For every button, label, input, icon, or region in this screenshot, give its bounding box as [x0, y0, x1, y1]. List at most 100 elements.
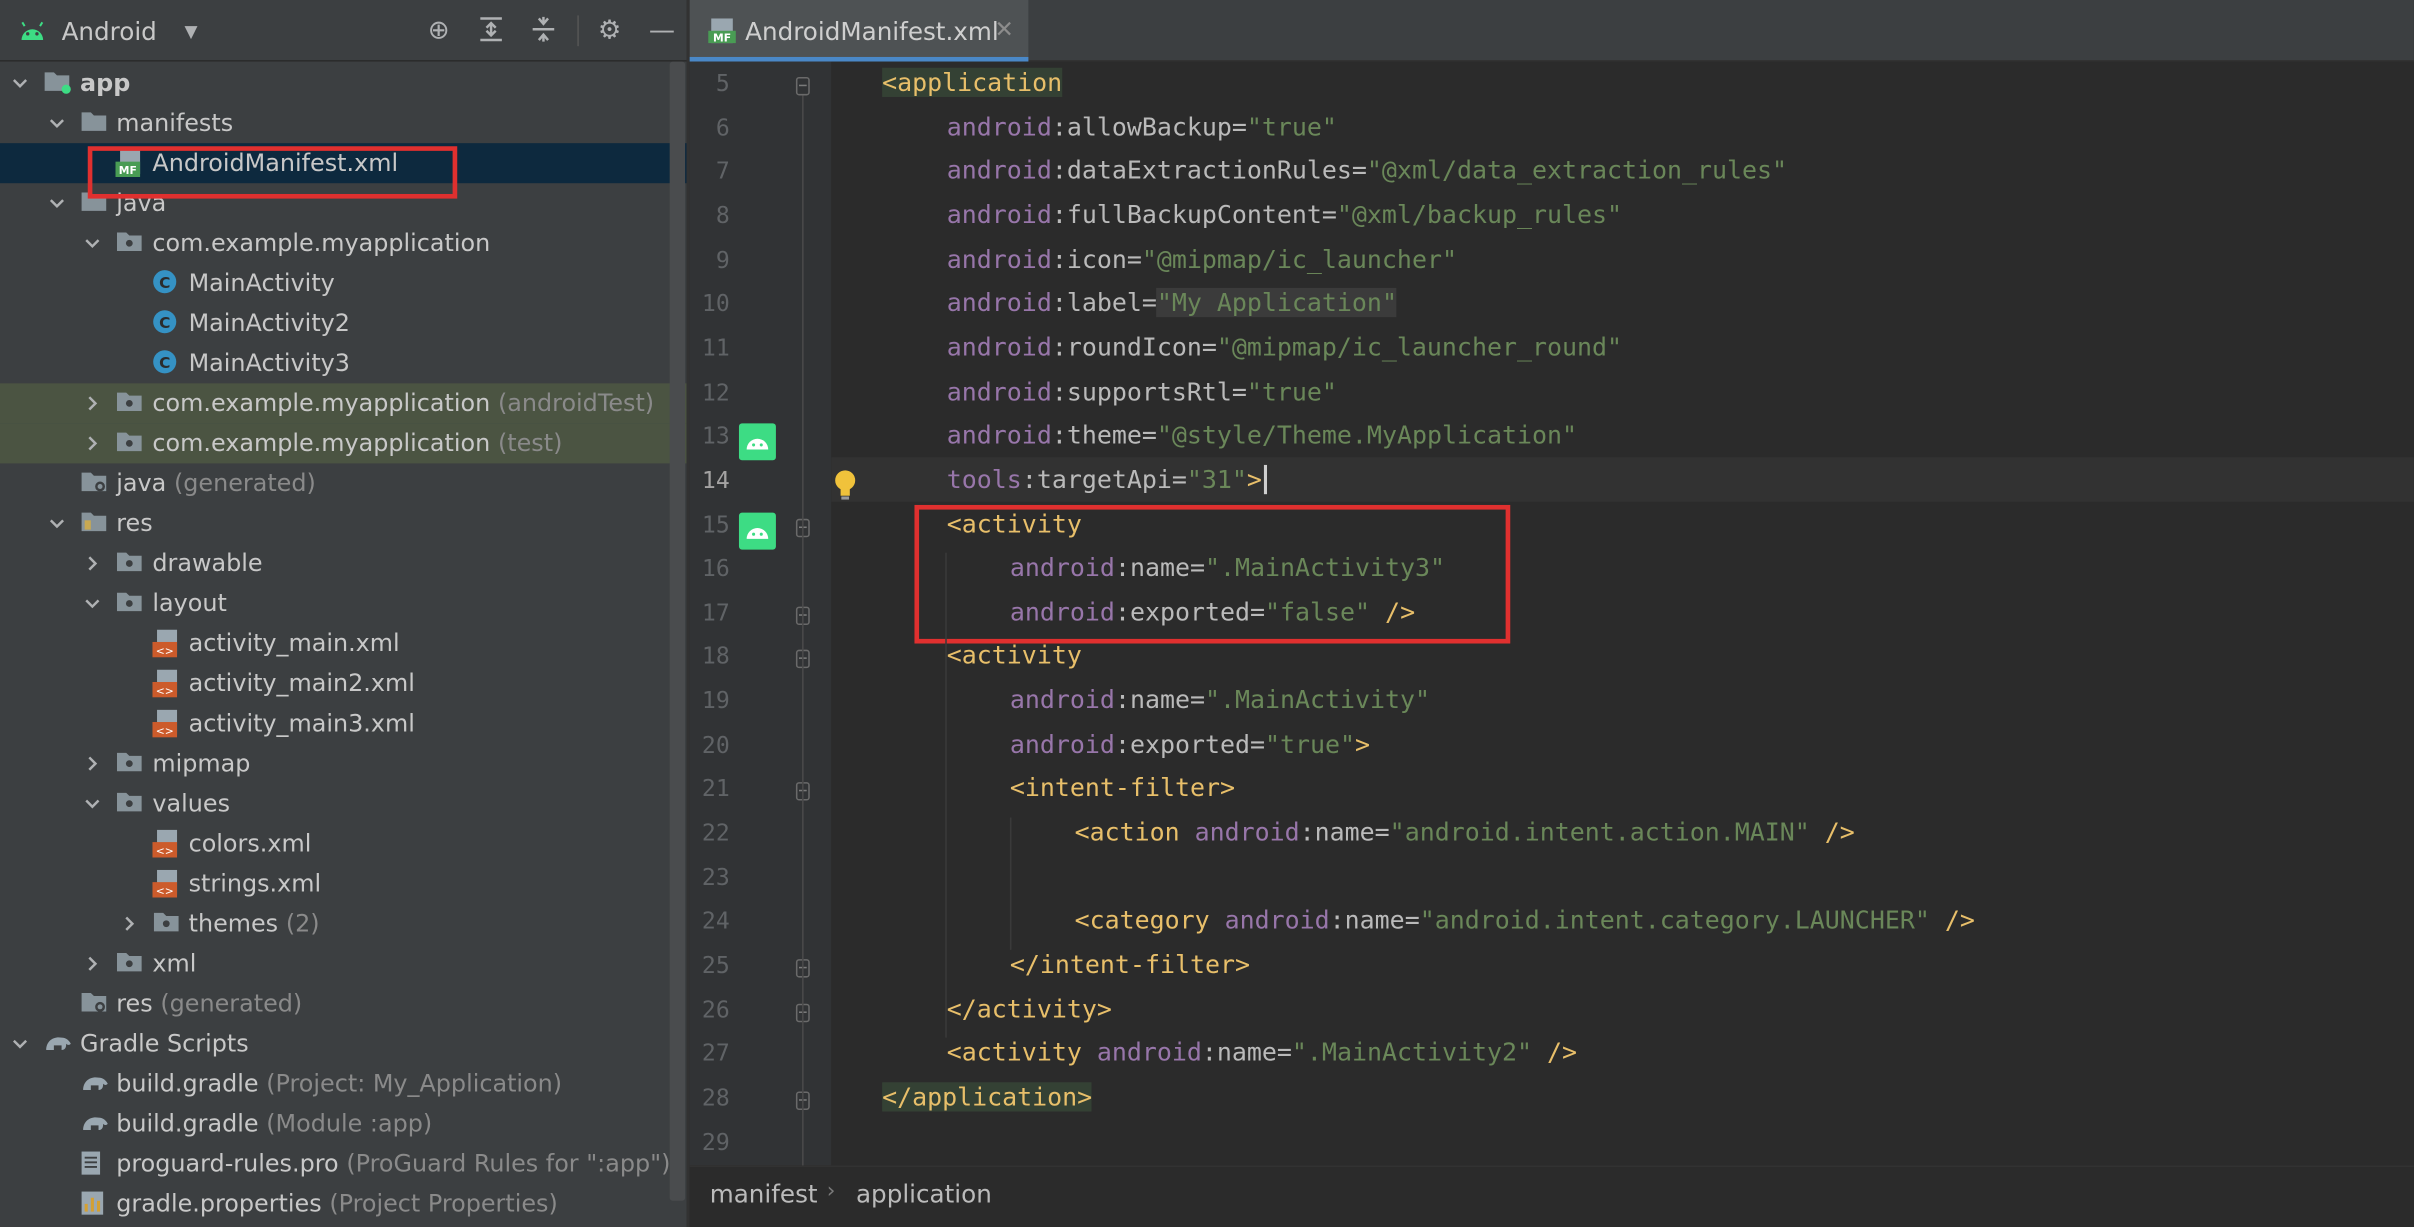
android-resource-icon[interactable]	[738, 511, 776, 549]
project-scrollbar[interactable]	[669, 61, 686, 1201]
code-string: "@mipmap/ic_launcher"	[1141, 244, 1457, 274]
code-tag: >	[1355, 729, 1371, 759]
tree-item-label: mipmap	[152, 750, 258, 778]
code-string: "31"	[1186, 464, 1247, 494]
tree-item-text: activity_main2.xml	[188, 669, 415, 698]
project-panel-header: Android ▼ ⊕ ⚙ —	[0, 0, 687, 62]
tree-item[interactable]: C MainActivity3	[0, 343, 687, 383]
code-tag: <application	[882, 67, 1063, 97]
expand-all-icon[interactable]	[476, 15, 507, 46]
code-attribute: :exported=	[1114, 729, 1266, 759]
android-icon	[21, 21, 44, 41]
chevron-down-icon[interactable]	[45, 513, 67, 535]
tree-item-hint: (generated)	[173, 469, 316, 498]
tree-item[interactable]: <> strings.xml	[0, 864, 687, 904]
svg-text:C: C	[158, 274, 169, 292]
tree-item[interactable]: manifests	[0, 103, 687, 143]
crosshair-icon[interactable]: ⊕	[423, 15, 454, 46]
breadcrumb: manifest › application	[689, 1165, 2414, 1227]
chevron-down-icon[interactable]	[9, 1033, 31, 1055]
chevron-right-icon[interactable]	[82, 953, 104, 975]
tree-item[interactable]: <> activity_main2.xml	[0, 664, 687, 704]
gradle-icon	[79, 1110, 107, 1135]
view-selector[interactable]: Android ▼	[18, 14, 198, 48]
chevron-right-icon[interactable]	[118, 913, 140, 935]
tree-item[interactable]: res (generated)	[0, 984, 687, 1024]
chevron-down-icon[interactable]	[45, 192, 67, 214]
tree-item-text: themes	[188, 909, 279, 938]
chevron-right-icon[interactable]	[82, 433, 104, 455]
fold-guide	[802, 95, 804, 1166]
code-line: android:theme="@style/Theme.MyApplicatio…	[947, 421, 1577, 450]
chevron-right-icon[interactable]	[82, 393, 104, 415]
code-namespace: android	[1009, 729, 1115, 759]
tree-item-text: activity_main3.xml	[188, 709, 415, 738]
tree-item[interactable]: app	[0, 63, 687, 103]
chevron-down-icon[interactable]	[82, 232, 104, 254]
code-namespace: android	[1096, 1038, 1202, 1068]
tree-item-text: gradle.properties	[116, 1190, 322, 1218]
code-line: android:supportsRtl="true"	[947, 376, 1337, 405]
tree-item-text: app	[80, 69, 131, 97]
minimize-icon[interactable]: —	[647, 15, 678, 46]
chevron-right-icon[interactable]	[82, 753, 104, 775]
chevron-right-icon[interactable]	[82, 553, 104, 575]
tree-item[interactable]: layout	[0, 583, 687, 623]
class-icon: C	[152, 349, 180, 374]
tree-item[interactable]: res	[0, 503, 687, 543]
chevron-down-icon[interactable]	[9, 72, 31, 94]
close-icon[interactable]: ✕	[995, 15, 1014, 43]
module-icon	[43, 69, 71, 94]
tree-item[interactable]: java (generated)	[0, 463, 687, 503]
chevron-down-icon[interactable]	[45, 112, 67, 134]
tree-item[interactable]: com.example.myapplication (test)	[0, 423, 687, 464]
tree-item-label: com.example.myapplication (androidTest)	[152, 389, 654, 417]
tree-item-hint: (androidTest)	[497, 389, 655, 418]
code-namespace: android	[1194, 817, 1300, 847]
tree-item[interactable]: drawable	[0, 543, 687, 583]
tree-item[interactable]: <> activity_main.xml	[0, 623, 687, 663]
chevron-down-icon[interactable]	[82, 793, 104, 815]
tree-item-hint: (generated)	[160, 989, 303, 1018]
tree-item[interactable]: build.gradle (Module :app)	[0, 1104, 687, 1144]
chevron-down-icon[interactable]	[82, 593, 104, 615]
tree-item[interactable]: themes (2)	[0, 904, 687, 944]
tree-item[interactable]: <> activity_main3.xml	[0, 704, 687, 744]
android-resource-icon[interactable]	[738, 423, 776, 461]
tree-item[interactable]: Gradle Scripts	[0, 1024, 687, 1064]
line-number: 19	[701, 686, 730, 715]
tree-item-label: build.gradle (Module :app)	[116, 1110, 432, 1138]
tree-item-label: drawable	[152, 550, 270, 578]
code-tag: <action	[1074, 817, 1195, 847]
tree-item[interactable]: build.gradle (Project: My_Application)	[0, 1064, 687, 1104]
tree-item[interactable]: <> colors.xml	[0, 824, 687, 864]
tree-item-label: proguard-rules.pro (ProGuard Rules for ":…	[116, 1150, 670, 1178]
code-tag: <intent-filter>	[1009, 773, 1235, 803]
code-string: "@style/Theme.MyApplication"	[1156, 420, 1578, 450]
lightbulb-icon[interactable]	[833, 468, 858, 502]
tree-item-label: layout	[152, 590, 234, 618]
breadcrumb-item-application[interactable]: application	[856, 1179, 992, 1208]
xml-file-icon: <>	[151, 869, 180, 898]
svg-text:<>: <>	[155, 884, 173, 897]
gear-icon[interactable]: ⚙	[594, 15, 625, 46]
tree-item[interactable]: proguard-rules.pro (ProGuard Rules for ":…	[0, 1144, 687, 1184]
tree-item[interactable]: com.example.myapplication	[0, 223, 687, 263]
breadcrumb-item-manifest[interactable]: manifest	[710, 1179, 818, 1208]
tree-item[interactable]: gradle.properties (Project Properties)	[0, 1184, 687, 1224]
tab-androidmanifest[interactable]: MF AndroidManifest.xml ✕	[689, 0, 1029, 62]
tree-item-text: com.example.myapplication	[152, 229, 491, 258]
tree-item[interactable]: mipmap	[0, 744, 687, 784]
fold-marker-icon[interactable]	[795, 76, 810, 96]
collapse-all-icon[interactable]	[528, 15, 559, 46]
tree-item[interactable]: com.example.myapplication (androidTest)	[0, 383, 687, 424]
tree-item-label: app	[80, 69, 138, 97]
tree-item[interactable]: values	[0, 784, 687, 824]
code-tag: </activity>	[946, 993, 1112, 1024]
tree-item-label: gradle.properties (Project Properties)	[116, 1190, 558, 1218]
tree-item[interactable]: C MainActivity	[0, 263, 687, 303]
tree-item[interactable]: xml	[0, 944, 687, 984]
res-folder-icon	[79, 510, 107, 535]
tree-item[interactable]: C MainActivity2	[0, 303, 687, 343]
xml-file-icon: <>	[151, 709, 180, 738]
